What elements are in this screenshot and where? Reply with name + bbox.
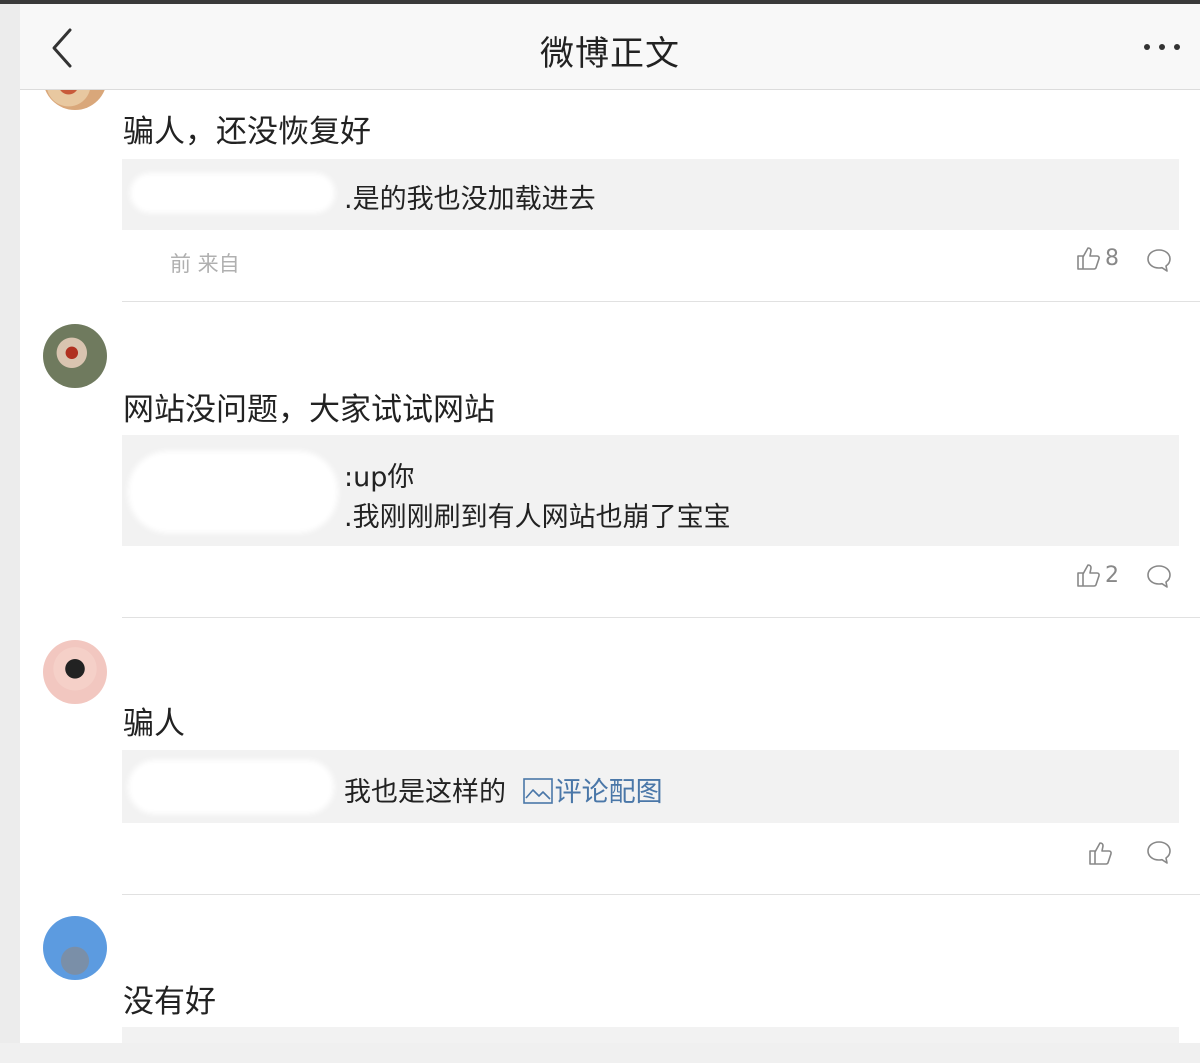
thumbs-up-icon — [1077, 564, 1100, 587]
avatar[interactable] — [43, 640, 107, 704]
like-count: 8 — [1105, 245, 1119, 271]
comment-text: 骗人，还没恢复好 — [123, 114, 371, 150]
reply-text: 我也是这样的 评论配图 — [344, 770, 663, 809]
comment-text: 骗人 — [123, 706, 185, 742]
reply-message: 我也是这样的 — [344, 777, 506, 808]
reply-box[interactable]: :up你 .我刚刚刷到有人网站也崩了宝宝 — [122, 435, 1179, 546]
comment-bubble-icon[interactable] — [1146, 564, 1172, 590]
comment-item: 骗人，还没恢复好 .是的我也没加载进去 前 来自 8 — [20, 46, 1200, 302]
reply-box[interactable]: 我也是这样的 评论配图 — [122, 750, 1179, 823]
like-count: 2 — [1105, 562, 1119, 588]
image-icon — [522, 778, 553, 804]
bottom-edge — [0, 1043, 1200, 1063]
more-dots-icon[interactable] — [1142, 42, 1182, 52]
image-link[interactable]: 评论配图 — [555, 777, 663, 808]
comment-text: 没有好 — [123, 984, 216, 1020]
redacted-username — [128, 760, 334, 814]
reply-box[interactable] — [122, 1027, 1179, 1043]
comment-item: 网站没问题，大家试试网站 :up你 .我刚刚刷到有人网站也崩了宝宝 2 — [20, 302, 1200, 618]
comment-text: 网站没问题，大家试试网站 — [123, 392, 495, 428]
like-button[interactable] — [1087, 840, 1117, 866]
divider — [122, 894, 1200, 895]
reply-text: .是的我也没加载进去 — [344, 184, 596, 215]
reply-text: :up你 — [344, 462, 415, 493]
thumbs-up-icon — [1089, 842, 1112, 865]
avatar[interactable] — [43, 324, 107, 388]
left-gutter — [0, 4, 20, 1063]
reply-box[interactable]: .是的我也没加载进去 — [122, 159, 1179, 230]
comment-meta: 前 来自 — [170, 252, 240, 276]
page-title: 微博正文 — [540, 34, 680, 74]
comment-item: 没有好 — [20, 896, 1200, 1043]
redacted-username — [128, 451, 338, 533]
avatar[interactable] — [43, 916, 107, 980]
navbar: 微博正文 — [20, 4, 1200, 90]
reply-text: .我刚刚刷到有人网站也崩了宝宝 — [344, 502, 731, 533]
like-button[interactable]: 8 — [1075, 245, 1119, 271]
comment-item: 骗人 我也是这样的 评论配图 — [20, 618, 1200, 896]
comment-bubble-icon[interactable] — [1146, 840, 1172, 866]
redacted-username — [130, 173, 335, 213]
comment-bubble-icon[interactable] — [1146, 248, 1172, 274]
like-button[interactable]: 2 — [1075, 562, 1119, 588]
thumbs-up-icon — [1077, 247, 1100, 270]
